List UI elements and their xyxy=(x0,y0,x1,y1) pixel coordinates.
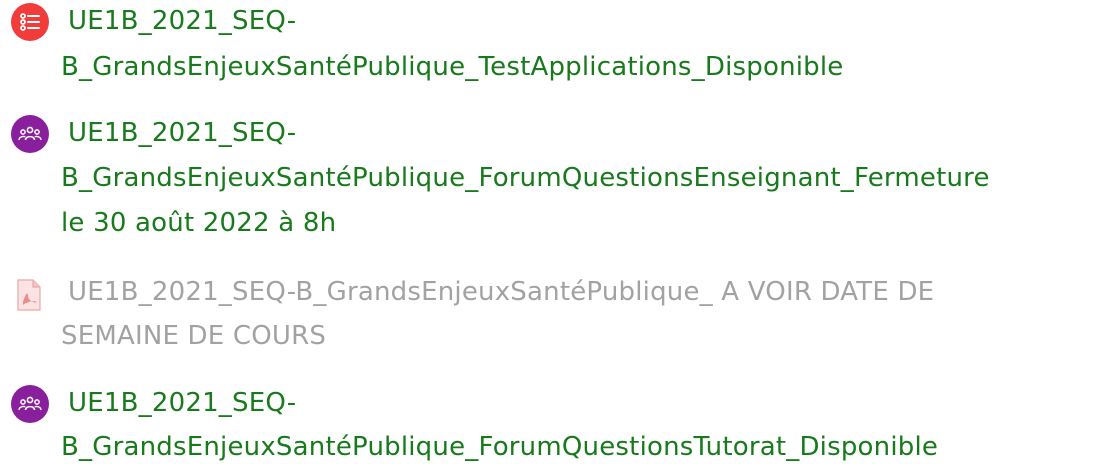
activity-title-line-1: UE1B_2021_SEQ- xyxy=(68,118,297,148)
activity-title-line-2: B_GrandsEnjeuxSantéPublique_ForumQuestio… xyxy=(61,163,990,193)
activity-title-line-1: UE1B_2021_SEQ- xyxy=(68,388,297,418)
forum-people-icon xyxy=(11,385,49,423)
activity-title-line-1: UE1B_2021_SEQ-B_GrandsEnjeuxSantéPubliqu… xyxy=(68,277,935,307)
activity-title-line-3: le 30 août 2022 à 8h xyxy=(61,208,337,238)
forum-people-icon xyxy=(11,115,49,153)
quiz-list-icon xyxy=(11,3,49,41)
activity-title-line-1: UE1B_2021_SEQ- xyxy=(68,6,297,36)
activity-title-line-2: B_GrandsEnjeuxSantéPublique_TestApplicat… xyxy=(61,52,844,82)
activity-title-line-2: B_GrandsEnjeuxSantéPublique_ForumQuestio… xyxy=(61,432,939,462)
pdf-file-icon xyxy=(10,276,48,314)
activity-title-line-2: SEMAINE DE COURS xyxy=(61,321,327,351)
activity-list: UE1B_2021_SEQ- B_GrandsEnjeuxSantéPubliq… xyxy=(0,0,1102,462)
